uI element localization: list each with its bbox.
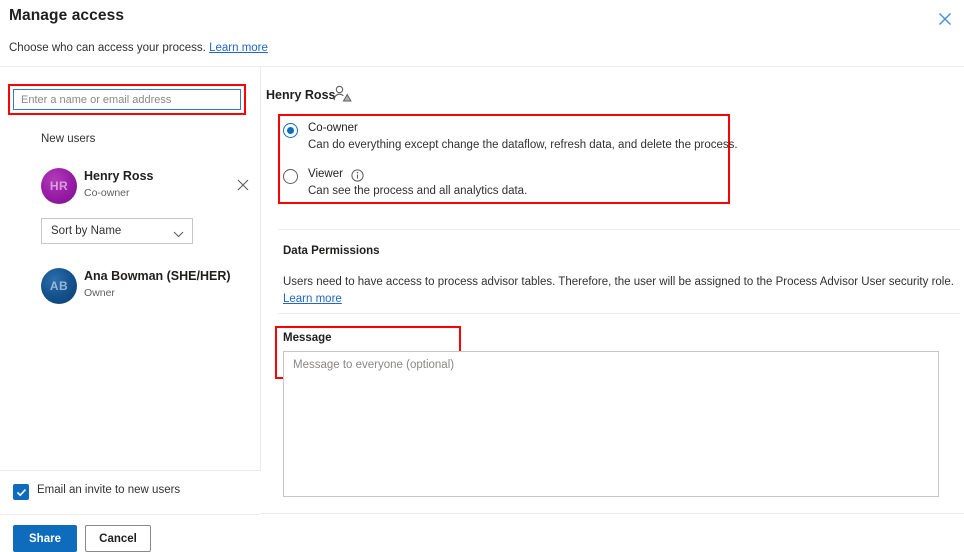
- dialog-header: Manage access Choose who can access your…: [0, 0, 964, 66]
- left-panel-divider-bottom: [0, 514, 260, 515]
- info-icon[interactable]: [351, 169, 364, 182]
- message-textarea[interactable]: [283, 351, 939, 497]
- dialog-subtitle-text: Choose who can access your process.: [9, 42, 206, 54]
- user-role: Owner: [84, 287, 115, 299]
- learn-more-link-header[interactable]: Learn more: [209, 42, 268, 54]
- person-permission-icon: [333, 85, 353, 103]
- close-icon[interactable]: [934, 8, 956, 30]
- right-panel-divider-bottom: [261, 513, 964, 514]
- right-panel: Henry Ross Co-owner Can do everything ex…: [261, 67, 964, 547]
- right-panel-divider-1: [278, 229, 960, 230]
- email-invite-checkbox[interactable]: [13, 484, 29, 500]
- permission-label: Viewer: [308, 168, 343, 180]
- selected-user-name: Henry Ross: [266, 88, 336, 102]
- user-role: Co-owner: [84, 187, 130, 199]
- radio-viewer[interactable]: [283, 169, 298, 184]
- search-input[interactable]: [13, 89, 241, 110]
- data-permissions-title: Data Permissions: [283, 245, 380, 257]
- avatar: AB: [41, 268, 77, 304]
- avatar: HR: [41, 168, 77, 204]
- permission-description: Can see the process and all analytics da…: [308, 185, 528, 197]
- user-name: Ana Bowman (SHE/HER): [84, 269, 231, 283]
- list-item[interactable]: AB Ana Bowman (SHE/HER) Owner: [0, 264, 260, 308]
- right-panel-divider-2: [278, 313, 960, 314]
- sort-dropdown-label: Sort by Name: [51, 225, 122, 237]
- list-item[interactable]: HR Henry Ross Co-owner: [0, 164, 260, 208]
- permission-description: Can do everything except change the data…: [308, 139, 738, 151]
- message-label: Message: [283, 332, 332, 344]
- dialog-subtitle: Choose who can access your process. Lear…: [9, 42, 268, 54]
- sort-dropdown[interactable]: Sort by Name: [41, 218, 193, 244]
- remove-user-icon[interactable]: [234, 176, 252, 194]
- email-invite-label: Email an invite to new users: [37, 484, 181, 496]
- learn-more-link-data-permissions[interactable]: Learn more: [283, 293, 342, 305]
- share-button[interactable]: Share: [13, 525, 77, 552]
- chevron-down-icon: [173, 227, 184, 238]
- email-invite-checkbox-row[interactable]: Email an invite to new users: [0, 480, 260, 506]
- user-name: Henry Ross: [84, 169, 154, 183]
- left-panel: New users HR Henry Ross Co-owner Sort by…: [0, 67, 260, 552]
- left-panel-divider-top: [0, 470, 260, 471]
- data-permissions-text: Users need to have access to process adv…: [283, 276, 954, 288]
- radio-co-owner[interactable]: [283, 123, 298, 138]
- cancel-button[interactable]: Cancel: [85, 525, 151, 552]
- permission-label: Co-owner: [308, 122, 358, 134]
- page-title: Manage access: [9, 7, 125, 24]
- new-users-label: New users: [41, 133, 96, 145]
- data-permissions-body: Users need to have access to process adv…: [283, 274, 955, 308]
